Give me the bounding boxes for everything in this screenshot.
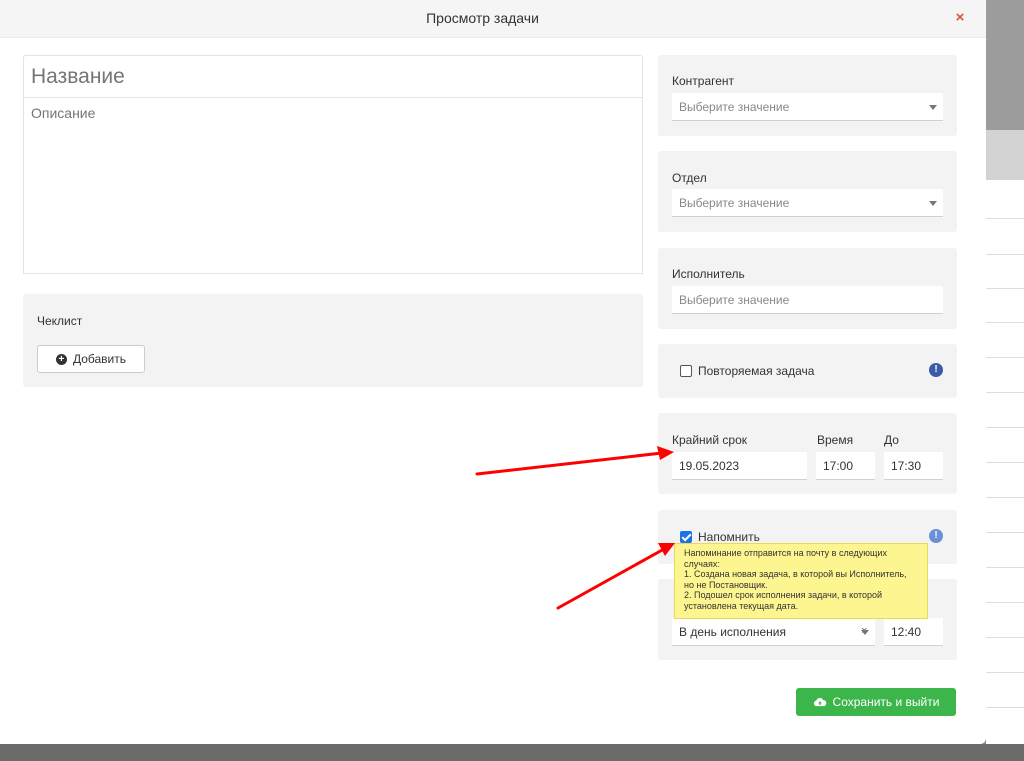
background-table-row — [986, 567, 1024, 568]
annotation-arrows — [475, 446, 675, 610]
background-footer — [0, 744, 1024, 761]
background-table-row — [986, 462, 1024, 463]
background-table-header — [986, 130, 1024, 180]
background-table-row — [986, 288, 1024, 289]
annotation-arrow — [556, 547, 666, 610]
background-table-row — [986, 322, 1024, 323]
task-view-modal: Просмотр задачи × Чеклист + Добавить Кон… — [0, 0, 986, 744]
background-table-row — [986, 254, 1024, 255]
background-table-row — [986, 532, 1024, 533]
background-table-row — [986, 602, 1024, 603]
background-table-row — [986, 357, 1024, 358]
background-table-row — [986, 427, 1024, 428]
annotation-arrow — [475, 451, 664, 476]
background-table-row — [986, 637, 1024, 638]
background-table-row — [986, 497, 1024, 498]
background-table-row — [986, 672, 1024, 673]
background-table-row — [986, 392, 1024, 393]
background-page-topbar — [986, 0, 1024, 130]
background-table-row — [986, 218, 1024, 219]
background-page — [986, 0, 1024, 744]
annotation-arrowhead — [657, 446, 674, 460]
background-table-row — [986, 707, 1024, 708]
